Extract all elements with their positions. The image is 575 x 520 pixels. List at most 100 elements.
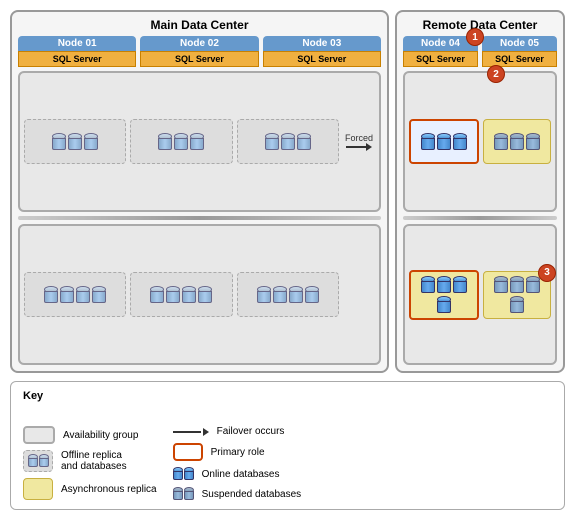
remote-db-group-04-r1: [421, 133, 467, 151]
key-shapes-offline: [23, 450, 53, 472]
ag-row-2: [18, 224, 381, 365]
cylinder-body: [184, 471, 194, 480]
key-label-suspended-db: Suspended databases: [202, 489, 302, 500]
remote-ag-row-divider: [403, 216, 557, 220]
node-01-label: Node 01: [18, 36, 136, 51]
cylinder: [297, 133, 311, 151]
cylinder-suspended: [494, 276, 508, 294]
key-label-offline: Offline replicaand databases: [61, 450, 127, 472]
cylinder-body: [453, 281, 467, 293]
key-item-online-db: Online databases: [173, 467, 302, 481]
key-item-failover: Failover occurs: [173, 426, 302, 437]
cylinder-body: [60, 291, 74, 303]
cylinder-body: [494, 138, 508, 150]
cylinder-body: [494, 281, 508, 293]
key-item-primary: Primary role: [173, 443, 302, 461]
key-title: Key: [23, 390, 43, 402]
cylinder-body: [39, 458, 49, 467]
remote-db-group-04-r2: [415, 276, 473, 314]
cylinder-online: [421, 133, 435, 151]
ag-rows-main: Forced: [18, 71, 381, 365]
cylinder-body: [281, 138, 295, 150]
cylinder-suspended: [510, 296, 524, 314]
db-group-01-r2: [44, 286, 106, 304]
ag-row-divider: [18, 216, 381, 220]
small-cylinder: [28, 454, 38, 468]
cylinder-body: [510, 281, 524, 293]
small-cylinder-suspended: [173, 487, 183, 501]
key-item-suspended-db: Suspended databases: [173, 487, 302, 501]
cylinder-body: [190, 138, 204, 150]
node-04-sql: SQL Server: [403, 51, 478, 67]
badge-2: 2: [487, 65, 505, 83]
cylinder-body: [150, 291, 164, 303]
cylinder: [92, 286, 106, 304]
key-label-online-db: Online databases: [202, 469, 280, 480]
cylinder-body: [453, 138, 467, 150]
cylinder-online: [453, 133, 467, 151]
db-group-02-r1: [158, 133, 204, 151]
forced-label: Forced: [345, 133, 373, 143]
badge-1: 1: [466, 28, 484, 46]
db-group-03-r1: [265, 133, 311, 151]
node-01-sql: SQL Server: [18, 51, 136, 67]
cylinder-online: [421, 276, 435, 294]
cylinder-body: [257, 291, 271, 303]
key-shape-offline: [23, 450, 53, 472]
cylinder-body: [52, 138, 66, 150]
replica-01-row1: [24, 119, 126, 164]
remote-db-group-05-r1: [494, 133, 540, 151]
cylinder: [198, 286, 212, 304]
main-dc-title: Main Data Center: [18, 18, 381, 32]
cylinder-body: [158, 138, 172, 150]
cylinder-body: [44, 291, 58, 303]
cylinder: [84, 133, 98, 151]
cylinder-body: [437, 138, 451, 150]
key-label-primary: Primary role: [211, 447, 265, 458]
cylinder: [52, 133, 66, 151]
key-label-failover: Failover occurs: [217, 426, 285, 437]
key-item-ag: Availability group: [23, 426, 157, 444]
replica-01-row2: [24, 272, 126, 317]
key-label-ag: Availability group: [63, 430, 138, 441]
cylinder-body: [68, 138, 82, 150]
key-col-1: Availability group: [23, 426, 157, 501]
ag-row-1: Forced: [18, 71, 381, 212]
cylinder-body: [28, 458, 38, 467]
cylinder-body: [166, 291, 180, 303]
cylinder: [44, 286, 58, 304]
cylinder-body: [173, 471, 183, 480]
cylinder-body: [437, 281, 451, 293]
node-04-box: 1 Node 04 SQL Server: [403, 36, 478, 67]
node-03-box: Node 03 SQL Server: [263, 36, 381, 67]
cylinder-online: [437, 133, 451, 151]
cylinder-body: [437, 301, 451, 313]
cylinder: [60, 286, 74, 304]
cylinder-body: [173, 491, 183, 500]
remote-ag-row-2: 3: [403, 224, 557, 365]
cylinder: [281, 133, 295, 151]
cylinder-online: [437, 296, 451, 314]
cylinder-suspended: [494, 133, 508, 151]
cylinder-body: [198, 291, 212, 303]
cylinder: [257, 286, 271, 304]
online-db-shape: [173, 467, 194, 481]
cylinder-body: [182, 291, 196, 303]
main-nodes-row: Node 01 SQL Server Node 02 SQL Server No…: [18, 36, 381, 67]
small-cylinder-online: [173, 467, 183, 481]
main-data-center: Main Data Center Node 01 SQL Server Node…: [10, 10, 389, 373]
cylinder-body: [526, 138, 540, 150]
node-02-sql: SQL Server: [140, 51, 258, 67]
cylinder: [166, 286, 180, 304]
main-container: Main Data Center Node 01 SQL Server Node…: [0, 0, 575, 520]
small-cylinder-suspended: [184, 487, 194, 501]
cylinder-suspended: [510, 276, 524, 294]
node-03-label: Node 03: [263, 36, 381, 51]
cylinder-body: [510, 301, 524, 313]
remote-replica-04-row1: [409, 119, 479, 164]
cylinder: [76, 286, 90, 304]
suspended-db-shape: [173, 487, 194, 501]
cylinder: [158, 133, 172, 151]
cylinder-body: [297, 138, 311, 150]
cylinder-body: [92, 291, 106, 303]
